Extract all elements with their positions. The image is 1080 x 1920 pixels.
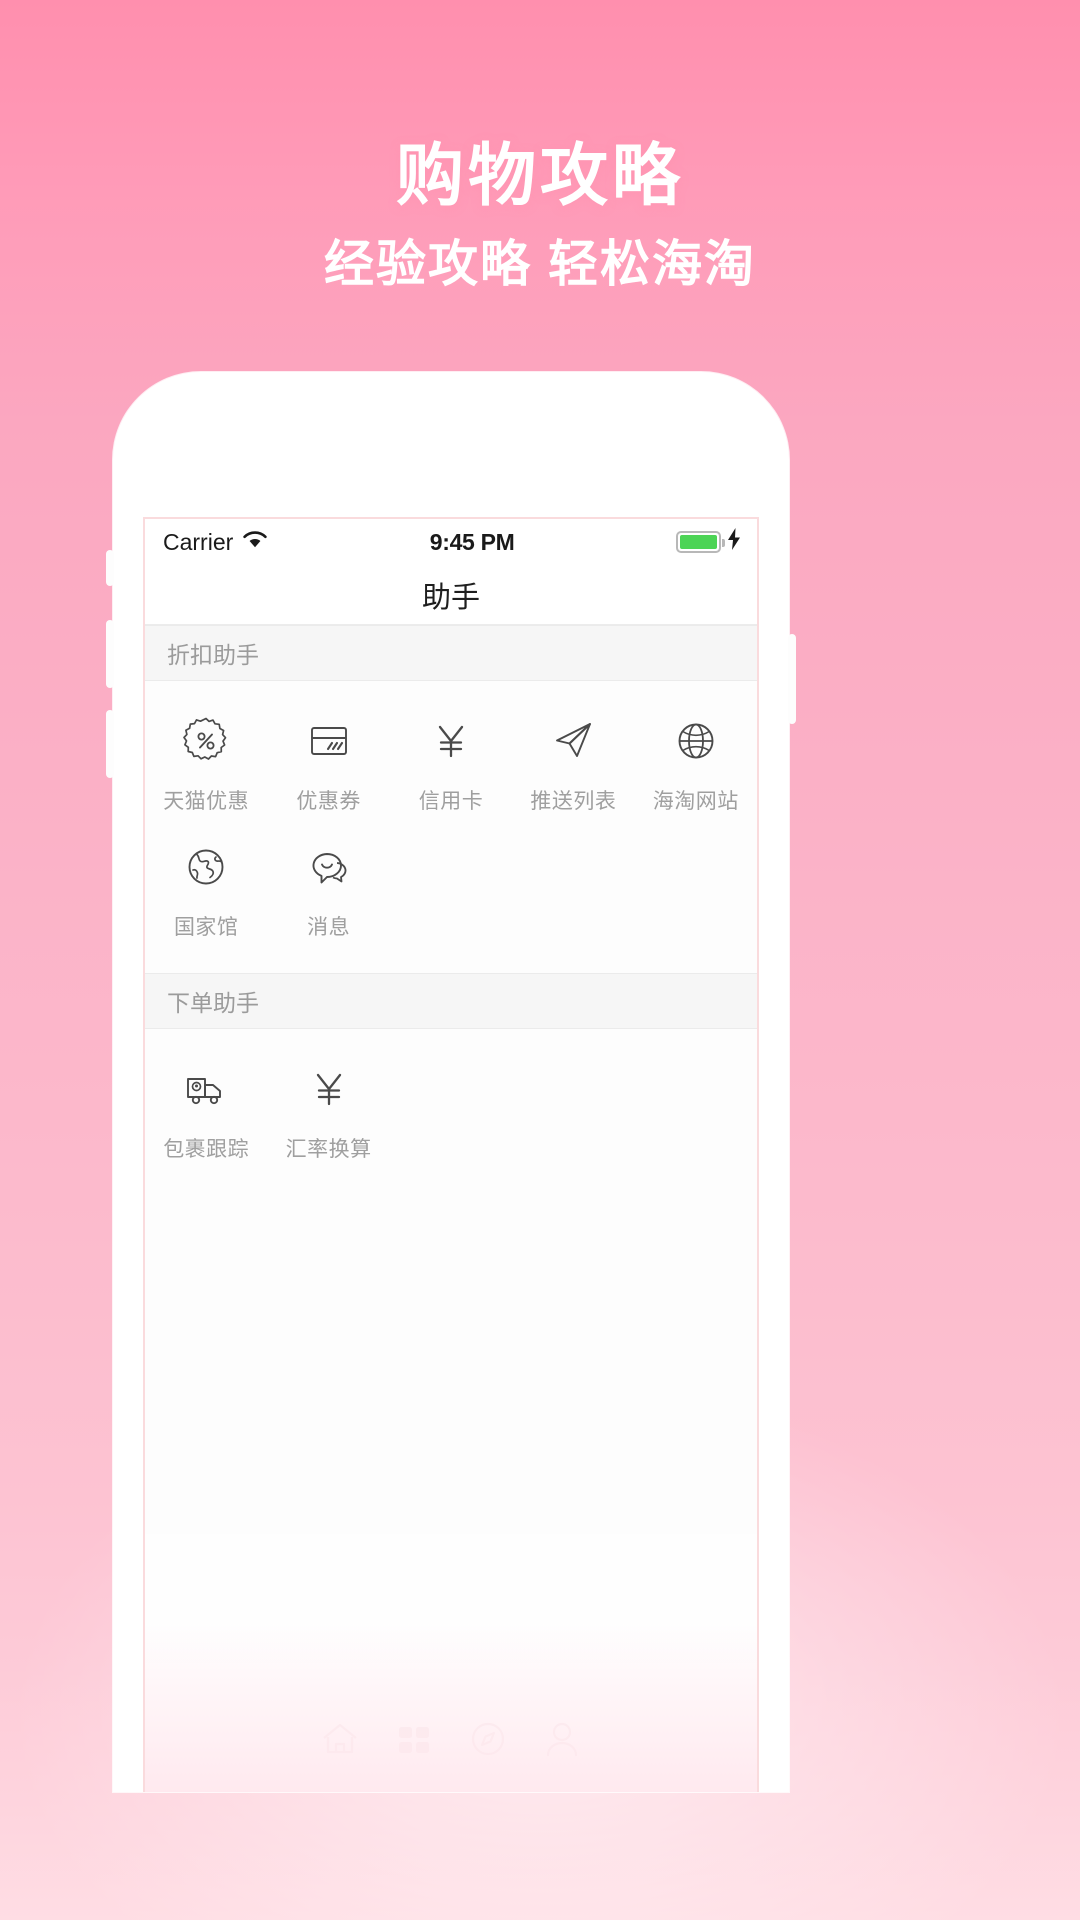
status-bar-time: 9:45 PM xyxy=(429,528,515,555)
tab-apps[interactable] xyxy=(379,1712,449,1766)
page-title: 购物攻略 xyxy=(395,138,684,214)
section-header-discount: 折扣助手 xyxy=(145,625,757,681)
phone-mockup: Carrier 9:45 PM 助手 折扣助手 天猫优惠 优惠券 信用卡 推送列… xyxy=(106,372,796,1792)
compass-icon xyxy=(469,1720,507,1758)
home-icon xyxy=(320,1721,360,1757)
grid-item-label: 信用卡 xyxy=(418,790,484,813)
grid-item-label: 包裹跟踪 xyxy=(163,1138,250,1161)
grid-item-messages[interactable]: 消息 xyxy=(267,825,389,951)
grid-item-empty xyxy=(512,1047,634,1173)
grid-item-empty xyxy=(512,825,634,951)
status-bar-right xyxy=(676,528,741,556)
chat-bubbles-icon xyxy=(301,839,357,895)
nav-bar-title: 助手 xyxy=(421,581,480,614)
section-header-label: 折扣助手 xyxy=(167,642,259,668)
page-subtitle: 经验攻略 轻松海淘 xyxy=(324,236,756,293)
wifi-icon xyxy=(242,529,268,556)
grid-item-empty xyxy=(390,1047,512,1173)
promo-headline: 购物攻略 经验攻略 轻松海淘 xyxy=(0,138,1080,293)
grid-item-haitao-sites[interactable]: 海淘网站 xyxy=(635,699,757,825)
coupon-card-icon xyxy=(301,713,357,769)
globe-grid-icon xyxy=(668,713,724,769)
order-assistant-grid: 包裹跟踪 汇率换算 xyxy=(145,1029,757,1203)
globe-earth-icon xyxy=(178,839,234,895)
tab-bar xyxy=(305,1712,597,1766)
delivery-truck-icon xyxy=(178,1061,234,1117)
grid-item-label: 天猫优惠 xyxy=(163,790,250,813)
content-filler xyxy=(145,1203,757,1663)
grid-item-label: 国家馆 xyxy=(173,916,239,939)
grid-item-empty xyxy=(635,1047,757,1173)
phone-screen: Carrier 9:45 PM 助手 折扣助手 天猫优惠 优惠券 信用卡 推送列… xyxy=(143,517,759,1792)
grid-item-credit-card[interactable]: 信用卡 xyxy=(390,699,512,825)
grid-item-package-tracking[interactable]: 包裹跟踪 xyxy=(145,1047,267,1173)
grid-item-label: 优惠券 xyxy=(296,790,361,813)
volume-up-button[interactable] xyxy=(106,620,114,688)
status-bar: Carrier 9:45 PM xyxy=(145,519,757,565)
paper-plane-icon xyxy=(545,713,601,769)
yen-credit-icon xyxy=(423,713,479,769)
grid-item-tmall-discount[interactable]: 天猫优惠 xyxy=(145,699,267,825)
grid-item-exchange-rate[interactable]: 汇率换算 xyxy=(267,1047,389,1173)
power-button[interactable] xyxy=(788,634,796,724)
discount-badge-icon xyxy=(178,713,234,769)
section-header-order: 下单助手 xyxy=(145,973,757,1029)
grid-item-empty xyxy=(390,825,512,951)
tab-home[interactable] xyxy=(305,1712,375,1766)
status-bar-left: Carrier xyxy=(163,529,268,556)
carrier-label: Carrier xyxy=(163,528,234,555)
nav-bar: 助手 xyxy=(145,565,757,625)
grid-item-label: 汇率换算 xyxy=(285,1138,372,1161)
battery-full-icon xyxy=(676,531,725,553)
person-icon xyxy=(544,1720,580,1758)
grid-item-country-pavilion[interactable]: 国家馆 xyxy=(145,825,267,951)
grid-item-push-list[interactable]: 推送列表 xyxy=(512,699,634,825)
grid-item-label: 海淘网站 xyxy=(652,790,739,813)
volume-down-button[interactable] xyxy=(106,710,114,778)
mute-switch[interactable] xyxy=(106,550,114,586)
tab-discover[interactable] xyxy=(453,1712,523,1766)
grid-item-label: 推送列表 xyxy=(530,790,617,813)
grid-apps-icon xyxy=(395,1721,433,1757)
section-header-label: 下单助手 xyxy=(167,990,259,1016)
grid-item-label: 消息 xyxy=(307,916,351,939)
grid-item-empty xyxy=(635,825,757,951)
yen-exchange-icon xyxy=(301,1061,357,1117)
lightning-bolt-icon xyxy=(727,528,741,556)
grid-item-coupon[interactable]: 优惠券 xyxy=(267,699,389,825)
discount-assistant-grid: 天猫优惠 优惠券 信用卡 推送列表 海淘网站 国家馆 消息 xyxy=(145,681,757,973)
tab-profile[interactable] xyxy=(527,1712,597,1766)
